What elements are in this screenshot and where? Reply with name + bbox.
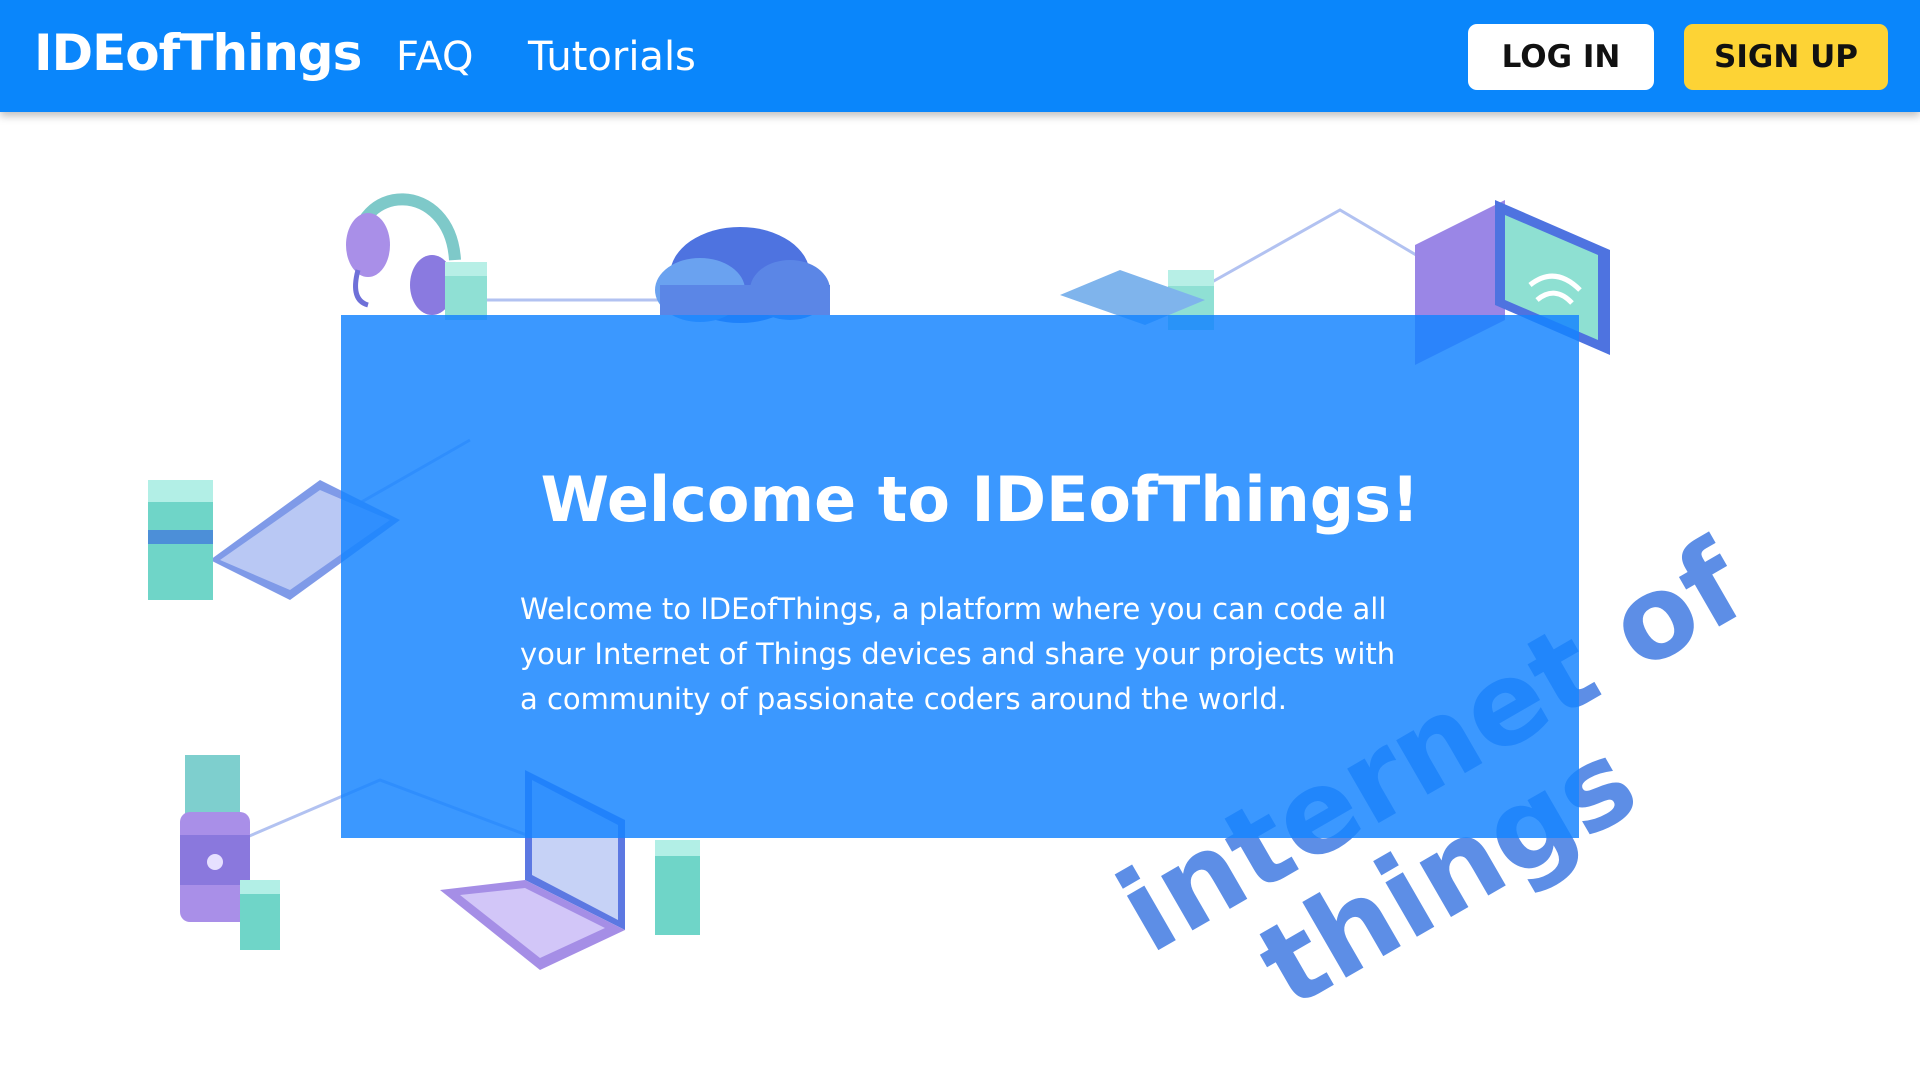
headset-icon [346,193,461,315]
cloud-icon [655,227,830,323]
node-pillar-icon [445,262,487,320]
welcome-title: Welcome to IDEofThings! [540,463,1420,536]
nav-link-faq[interactable]: FAQ [396,34,473,80]
nav-link-tutorials[interactable]: Tutorials [528,34,696,80]
top-navbar: IDEofThings FAQ Tutorials LOG IN SIGN UP [0,0,1920,112]
login-button[interactable]: LOG IN [1468,24,1654,90]
signup-button[interactable]: SIGN UP [1684,24,1888,90]
welcome-card: Welcome to IDEofThings! Welcome to IDEof… [341,315,1579,838]
bottle-icon [180,755,250,922]
brand-logo[interactable]: IDEofThings [34,24,362,82]
node-pillar-icon [240,880,280,950]
node-pillar-icon [148,480,213,600]
welcome-description: Welcome to IDEofThings, a platform where… [520,592,1396,716]
node-pillar-icon [655,840,700,935]
